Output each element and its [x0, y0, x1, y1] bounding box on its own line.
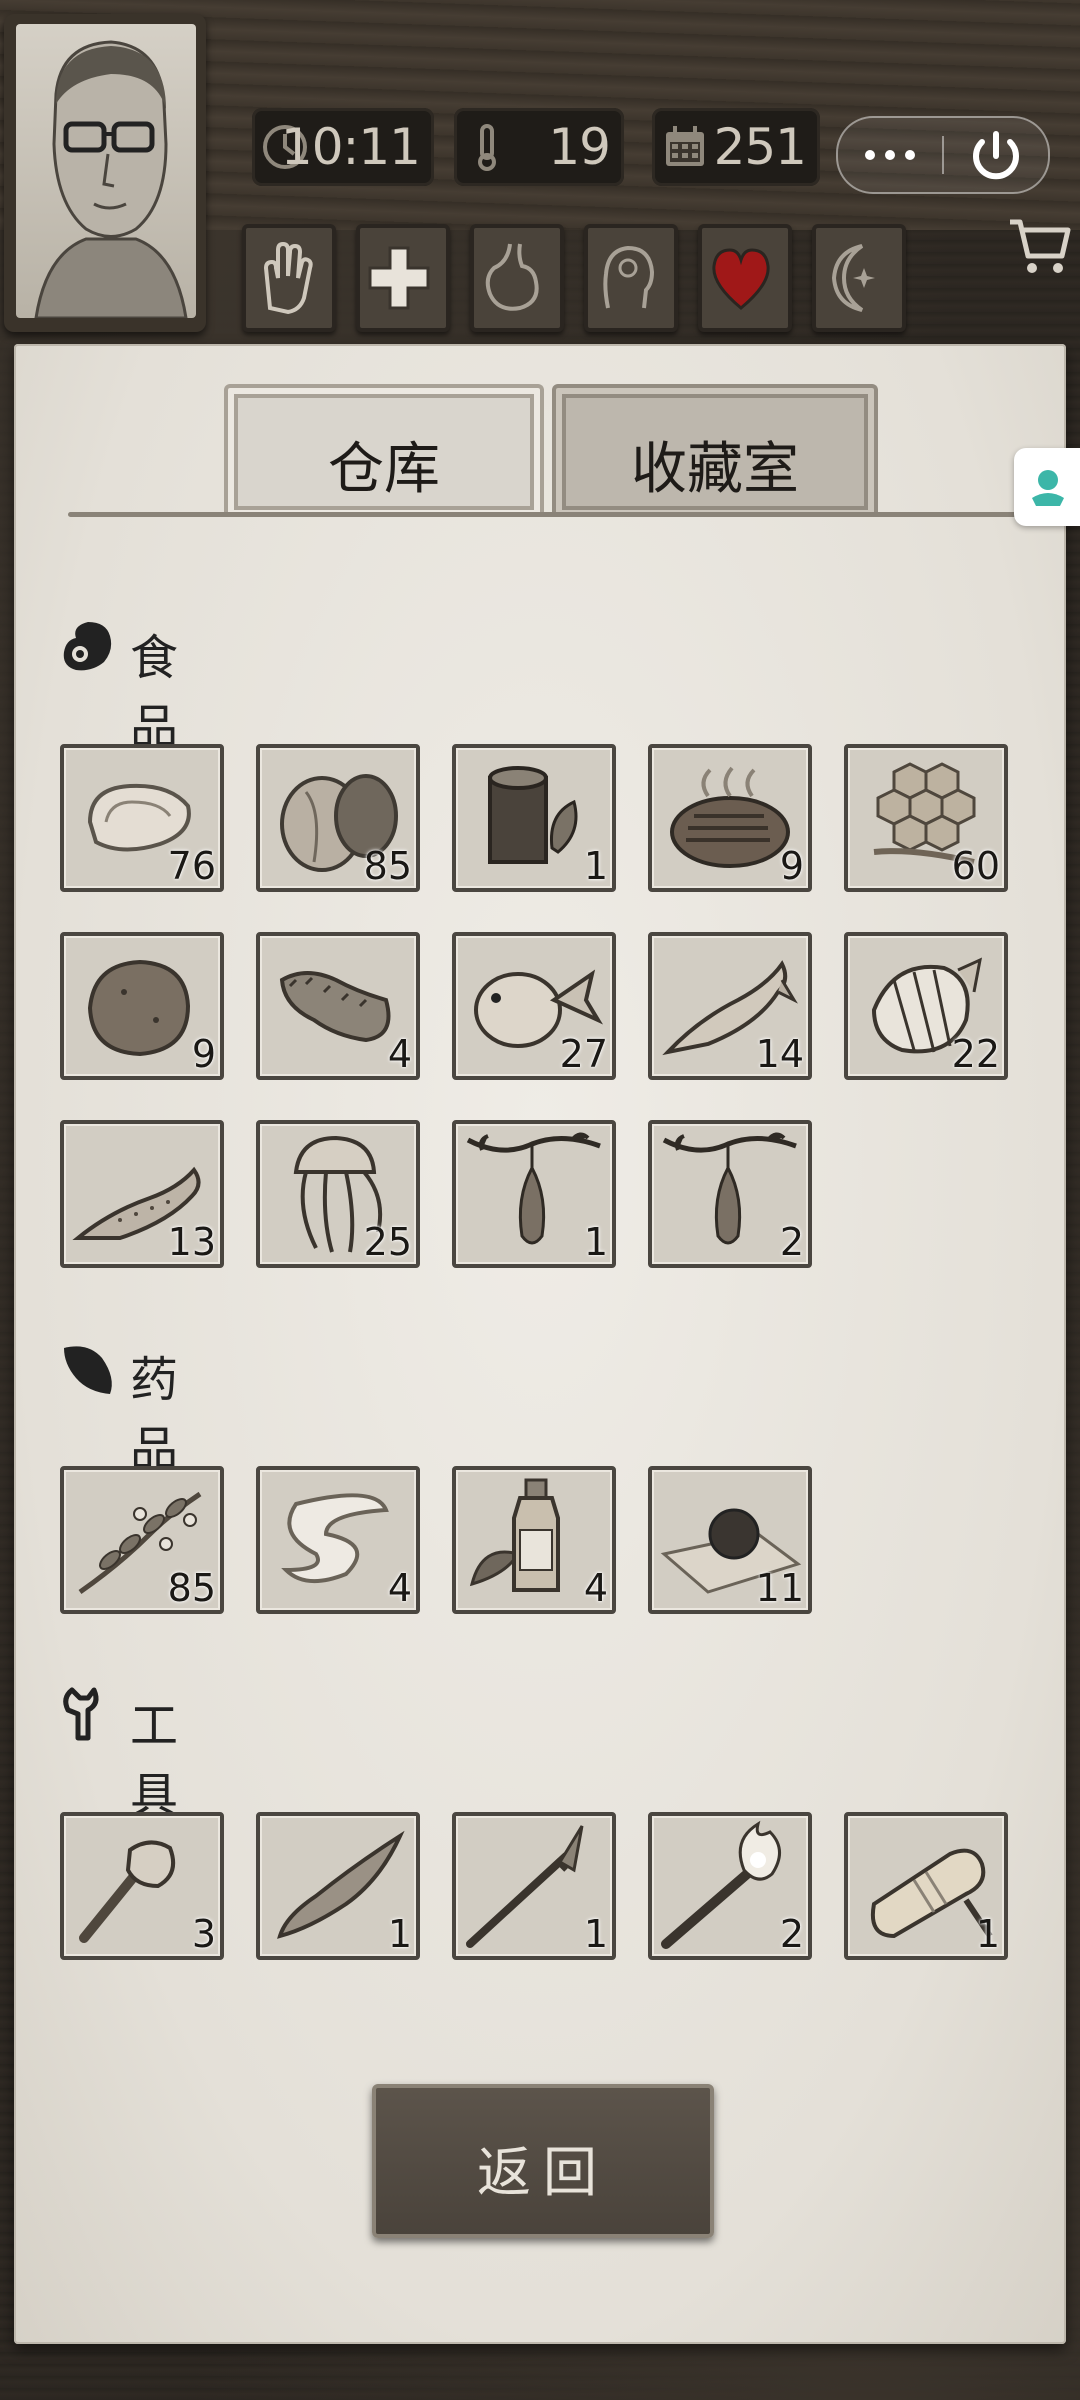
- tool-item-stone-axe[interactable]: 3: [60, 1812, 224, 1960]
- item-quantity: 4: [583, 1566, 608, 1610]
- item-quantity: 1: [583, 1220, 608, 1264]
- close-button[interactable]: [944, 118, 1048, 192]
- item-quantity: 1: [583, 844, 608, 888]
- medicine-item-herb[interactable]: 85: [60, 1466, 224, 1614]
- health-status-button[interactable]: [356, 224, 450, 332]
- hunger-status-button[interactable]: [470, 224, 564, 332]
- food-item-sea-cucumber[interactable]: 4: [256, 932, 420, 1080]
- hand-status-button[interactable]: [242, 224, 336, 332]
- medicine-item-bandage[interactable]: 4: [256, 1466, 420, 1614]
- portrait-frame: [16, 24, 196, 318]
- food-item-grilled-steak[interactable]: 9: [648, 744, 812, 892]
- food-item-trout[interactable]: 13: [60, 1120, 224, 1268]
- item-quantity: 4: [387, 1032, 412, 1076]
- tab-warehouse[interactable]: 仓库: [224, 384, 544, 516]
- leaf-icon: [64, 1346, 112, 1394]
- item-quantity: 9: [779, 844, 804, 888]
- floating-assistant-button[interactable]: [1014, 448, 1080, 526]
- tool-item-spear[interactable]: 1: [452, 1812, 616, 1960]
- item-quantity: 85: [167, 1566, 216, 1610]
- food-item-tea-canister[interactable]: 1: [452, 744, 616, 892]
- tool-item-flashlight[interactable]: 1: [844, 1812, 1008, 1960]
- food-item-pufferfish[interactable]: 27: [452, 932, 616, 1080]
- item-quantity: 13: [167, 1220, 216, 1264]
- character-portrait[interactable]: [4, 14, 206, 332]
- item-quantity: 76: [167, 844, 216, 888]
- inventory-panel: 仓库 收藏室 食品 76 85 1 9 60 9 4 27 14 22 13 2…: [14, 344, 1066, 2344]
- thermometer-icon: [478, 124, 496, 171]
- medicine-section-title: 药品: [130, 1352, 179, 1478]
- item-quantity: 22: [951, 1032, 1000, 1076]
- food-item-coconut[interactable]: 85: [256, 744, 420, 892]
- food-item-salmon[interactable]: 14: [648, 932, 812, 1080]
- medical-cross-icon: [368, 246, 430, 310]
- heart-icon: [712, 248, 770, 310]
- shop-button[interactable]: [1004, 210, 1074, 280]
- item-quantity: 14: [755, 1032, 804, 1076]
- temperature-value: 19: [548, 118, 611, 176]
- tools-section-title: 工具: [130, 1698, 179, 1824]
- item-quantity: 2: [779, 1220, 804, 1264]
- medicine-item-pill[interactable]: 11: [648, 1466, 812, 1614]
- love-status-button[interactable]: [698, 224, 792, 332]
- food-item-jellyfish[interactable]: 25: [256, 1120, 420, 1268]
- more-button[interactable]: [838, 118, 942, 192]
- return-button[interactable]: 返回: [372, 2084, 714, 2238]
- food-item-potato[interactable]: 9: [60, 932, 224, 1080]
- item-quantity: 11: [755, 1566, 804, 1610]
- tool-item-torch[interactable]: 2: [648, 1812, 812, 1960]
- time-display: 10:11: [252, 108, 434, 186]
- meat-icon: [63, 622, 112, 671]
- item-quantity: 1: [975, 1912, 1000, 1956]
- day-counter: 251: [652, 108, 820, 186]
- item-quantity: 2: [779, 1912, 804, 1956]
- item-quantity: 85: [363, 844, 412, 888]
- hand-icon: [263, 241, 313, 315]
- calendar-icon: [666, 126, 704, 166]
- return-button-label: 返回: [477, 2141, 609, 2204]
- item-quantity: 9: [191, 1032, 216, 1076]
- item-quantity: 3: [191, 1912, 216, 1956]
- food-item-hanging-fruit-2[interactable]: 2: [648, 1120, 812, 1268]
- power-icon: [973, 131, 1019, 180]
- food-item-honeycomb[interactable]: 60: [844, 744, 1008, 892]
- food-item-raw-meat[interactable]: 76: [60, 744, 224, 892]
- tool-item-stone-knife[interactable]: 1: [256, 1812, 420, 1960]
- tab-collection[interactable]: 收藏室: [552, 384, 878, 516]
- stomach-icon: [485, 243, 539, 311]
- temperature-display: 19: [454, 108, 624, 186]
- wrench-icon: [63, 1687, 99, 1741]
- more-dot-icon: [865, 150, 875, 160]
- brain-icon: [603, 245, 655, 309]
- food-item-hanging-fruit-1[interactable]: 1: [452, 1120, 616, 1268]
- tab-warehouse-label: 仓库: [328, 437, 440, 502]
- item-quantity: 27: [559, 1032, 608, 1076]
- sleep-status-button[interactable]: [812, 224, 906, 332]
- medicine-item-bottle[interactable]: 4: [452, 1466, 616, 1614]
- more-dot-icon: [905, 150, 915, 160]
- day-value: 251: [713, 118, 807, 176]
- mind-status-button[interactable]: [584, 224, 678, 332]
- item-quantity: 4: [387, 1566, 412, 1610]
- shopping-cart-icon: [1010, 219, 1071, 273]
- item-quantity: 1: [583, 1912, 608, 1956]
- pin-icon: [1032, 470, 1064, 506]
- tab-divider: [68, 512, 1028, 517]
- time-value: 10:11: [280, 118, 421, 176]
- moon-icon: [831, 244, 875, 312]
- tab-collection-label: 收藏室: [631, 437, 799, 502]
- item-quantity: 60: [951, 844, 1000, 888]
- man-with-glasses-icon: [34, 40, 188, 318]
- mini-program-capsule: [836, 116, 1050, 194]
- more-dot-icon: [885, 150, 895, 160]
- item-quantity: 1: [387, 1912, 412, 1956]
- food-section-title: 食品: [130, 630, 179, 756]
- item-quantity: 25: [363, 1220, 412, 1264]
- food-item-butterflyfish[interactable]: 22: [844, 932, 1008, 1080]
